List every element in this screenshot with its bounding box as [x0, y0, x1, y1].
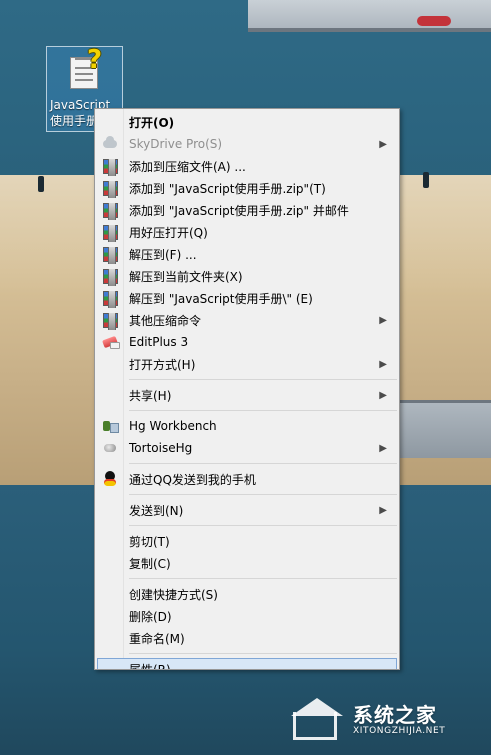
menu-item-icon-slot — [97, 290, 123, 308]
menu-item-label: 重命名(M) — [129, 631, 185, 646]
context-menu-item[interactable]: 解压到 "JavaScript使用手册\" (E) — [97, 287, 397, 309]
context-menu-item[interactable]: Hg Workbench — [97, 415, 397, 437]
water-post — [423, 172, 429, 188]
context-menu-item[interactable]: 发送到(N) ▶ — [97, 499, 397, 521]
context-menu-item[interactable]: 添加到 "JavaScript使用手册.zip" 并邮件 — [97, 199, 397, 221]
qq-icon — [103, 471, 117, 487]
context-menu-item[interactable]: 添加到 "JavaScript使用手册.zip"(T) — [97, 177, 397, 199]
menu-item-label: SkyDrive Pro(S) — [129, 137, 223, 151]
context-menu-item[interactable]: 用好压打开(Q) — [97, 221, 397, 243]
menu-item-label: 解压到当前文件夹(X) — [129, 269, 243, 284]
cloud-icon — [103, 136, 117, 148]
menu-item-label: 其他压缩命令 — [129, 313, 202, 328]
tortoisehg-icon — [102, 442, 118, 454]
submenu-arrow-icon: ▶ — [379, 314, 387, 326]
menu-item-label: 解压到(F) ... — [129, 247, 197, 262]
menu-item-label: 添加到压缩文件(A) ... — [129, 159, 246, 174]
submenu-arrow-icon: ▶ — [379, 389, 387, 401]
watermark-subtitle: XITONGZHIJIA.NET — [353, 726, 446, 736]
menu-item-icon-slot — [97, 312, 123, 330]
menu-item-label: 添加到 "JavaScript使用手册.zip"(T) — [129, 181, 326, 196]
menu-item-icon-slot — [97, 418, 123, 434]
menu-separator — [129, 410, 397, 411]
submenu-arrow-icon: ▶ — [379, 504, 387, 516]
context-menu-items: 打开(O) SkyDrive Pro(S) ▶ 添加到压缩文件(A) ... 添加到 "… — [97, 111, 397, 670]
menu-item-icon-slot — [97, 202, 123, 220]
editplus-icon — [102, 336, 120, 349]
menu-item-label: 创建快捷方式(S) — [129, 587, 218, 602]
context-menu: 打开(O) SkyDrive Pro(S) ▶ 添加到压缩文件(A) ... 添加到 "… — [94, 108, 400, 670]
menu-item-icon-slot — [97, 471, 123, 487]
menu-item-label: EditPlus 3 — [129, 335, 189, 349]
house-logo-icon — [291, 698, 347, 742]
context-menu-item[interactable]: 重命名(M) — [97, 627, 397, 649]
winrar-icon — [102, 268, 118, 286]
menu-item-label: 添加到 "JavaScript使用手册.zip" 并邮件 — [129, 203, 349, 218]
context-menu-item[interactable]: 通过QQ发送到我的手机 — [97, 468, 397, 490]
water-post — [38, 176, 44, 192]
context-menu-item[interactable]: 属性(R) — [97, 658, 397, 670]
winrar-icon — [102, 246, 118, 264]
context-menu-item[interactable]: 创建快捷方式(S) — [97, 583, 397, 605]
menu-separator — [129, 463, 397, 464]
watermark-title: 系统之家 — [353, 703, 437, 727]
menu-separator — [129, 494, 397, 495]
menu-item-label: 通过QQ发送到我的手机 — [129, 472, 256, 487]
context-menu-item[interactable]: TortoiseHg ▶ — [97, 437, 397, 459]
context-menu-item[interactable]: 删除(D) — [97, 605, 397, 627]
menu-item-label: TortoiseHg — [129, 441, 193, 455]
menu-separator — [129, 379, 397, 380]
menu-item-icon-slot — [97, 268, 123, 286]
submenu-arrow-icon: ▶ — [379, 442, 387, 454]
context-menu-item: SkyDrive Pro(S) ▶ — [97, 133, 397, 155]
watermark: 系统之家 XITONGZHIJIA.NET — [291, 693, 481, 747]
winrar-icon — [102, 224, 118, 242]
menu-separator — [129, 525, 397, 526]
submenu-arrow-icon: ▶ — [379, 358, 387, 370]
context-menu-item[interactable]: 共享(H) ▶ — [97, 384, 397, 406]
menu-item-icon-slot — [97, 224, 123, 242]
menu-separator — [129, 578, 397, 579]
menu-item-label: 打开(O) — [129, 115, 175, 130]
winrar-icon — [102, 180, 118, 198]
menu-item-label: 解压到 "JavaScript使用手册\" (E) — [129, 291, 313, 306]
menu-item-label: 打开方式(H) — [129, 357, 196, 372]
context-menu-item[interactable]: 打开方式(H) ▶ — [97, 353, 397, 375]
help-question-icon: ? — [87, 45, 103, 75]
hg-workbench-icon — [102, 418, 119, 434]
winrar-icon — [102, 312, 118, 330]
menu-item-icon-slot — [97, 246, 123, 264]
menu-item-icon-slot — [97, 158, 123, 176]
menu-separator — [129, 653, 397, 654]
context-menu-item[interactable]: EditPlus 3 — [97, 331, 397, 353]
menu-item-label: 剪切(T) — [129, 534, 170, 549]
context-menu-item[interactable]: 解压到当前文件夹(X) — [97, 265, 397, 287]
menu-item-icon-slot — [97, 336, 123, 349]
menu-item-label: 复制(C) — [129, 556, 171, 571]
context-menu-item[interactable]: 复制(C) — [97, 552, 397, 574]
menu-item-label: Hg Workbench — [129, 419, 217, 433]
pier-top — [248, 0, 491, 32]
winrar-icon — [102, 158, 118, 176]
menu-item-label: 删除(D) — [129, 609, 172, 624]
context-menu-item[interactable]: 添加到压缩文件(A) ... — [97, 155, 397, 177]
context-menu-item[interactable]: 解压到(F) ... — [97, 243, 397, 265]
menu-item-label: 共享(H) — [129, 388, 172, 403]
submenu-arrow-icon: ▶ — [379, 138, 387, 150]
menu-item-icon-slot — [97, 136, 123, 148]
context-menu-item[interactable]: 打开(O) — [97, 111, 397, 133]
context-menu-item[interactable]: 其他压缩命令 ▶ — [97, 309, 397, 331]
menu-item-icon-slot — [97, 442, 123, 454]
winrar-icon — [102, 290, 118, 308]
menu-item-label: 用好压打开(Q) — [129, 225, 208, 240]
winrar-icon — [102, 202, 118, 220]
menu-item-icon-slot — [97, 180, 123, 198]
menu-item-label: 发送到(N) — [129, 503, 184, 518]
context-menu-item[interactable]: 剪切(T) — [97, 530, 397, 552]
boat — [417, 16, 451, 26]
menu-item-label: 属性(R) — [129, 662, 171, 670]
